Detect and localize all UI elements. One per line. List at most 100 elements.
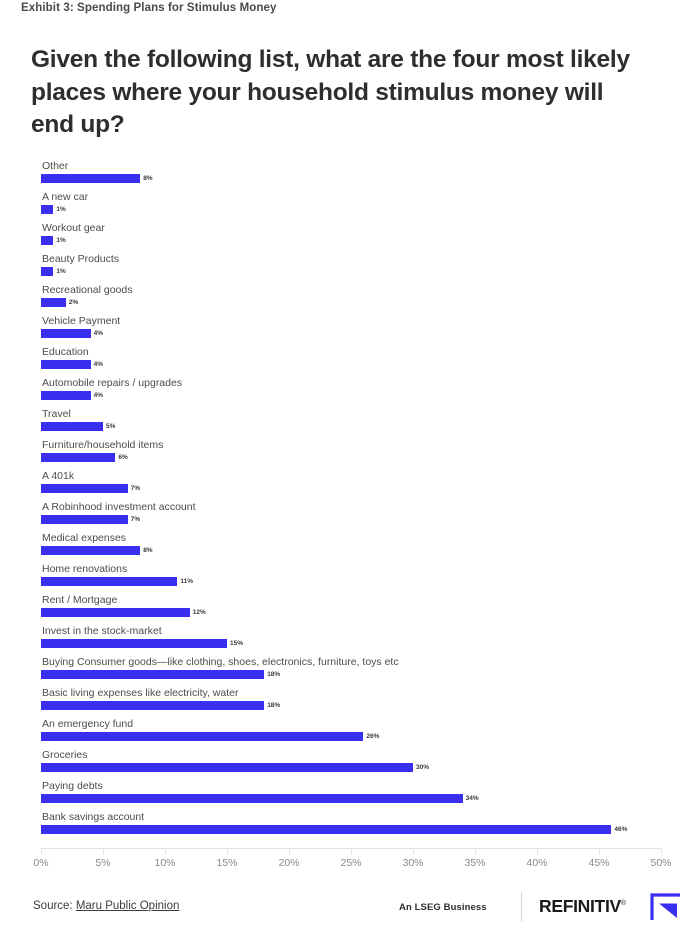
bar-track	[41, 577, 178, 586]
source-link[interactable]: Maru Public Opinion	[76, 900, 180, 912]
bar-category-label: A 401k	[42, 470, 75, 482]
x-axis-tick	[41, 848, 42, 854]
bar-category-label: Bank savings account	[42, 811, 145, 823]
lseg-business-tagline: An LSEG Business	[399, 902, 487, 913]
x-axis-tick-label: 40%	[526, 857, 548, 869]
bar-fill	[41, 484, 128, 493]
bar-fill	[41, 670, 265, 679]
bar-track	[41, 422, 103, 431]
bar-category-label: Paying debts	[42, 780, 103, 792]
x-axis-tick-label: 35%	[464, 857, 486, 869]
exhibit-caption: Exhibit 3: Spending Plans for Stimulus M…	[21, 2, 277, 14]
bar-track	[41, 453, 116, 462]
x-axis-tick	[227, 848, 228, 854]
bar-track	[41, 515, 128, 524]
x-axis-tick	[475, 848, 476, 854]
bar-track	[41, 825, 612, 834]
bar-value-label: 15%	[230, 640, 244, 647]
bar-track	[41, 794, 463, 803]
bar-category-label: Medical expenses	[42, 532, 127, 544]
footer: Source: Maru Public Opinion An LSEG Busi…	[0, 892, 699, 945]
bar-value-label: 34%	[465, 795, 479, 802]
bar-fill	[41, 236, 54, 245]
bar-chart-plot: Other 8% A new car 1% Workout gear 1% Beauty P…	[0, 160, 699, 850]
x-axis-tick	[537, 848, 538, 854]
bar-value-label: 4%	[93, 361, 103, 368]
bar-value-label: 5%	[106, 423, 116, 430]
bar-fill	[41, 608, 190, 617]
bar-category-label: Furniture/household items	[42, 439, 164, 451]
bar-value-label: 1%	[56, 206, 66, 213]
bar-value-label: 46%	[614, 826, 628, 833]
bar-value-label: 1%	[56, 268, 66, 275]
bar-value-label: 12%	[192, 609, 206, 616]
source-note: Source: Maru Public Opinion	[33, 900, 179, 912]
bar-category-label: Rent / Mortgage	[42, 594, 118, 606]
bar-value-label: 11%	[180, 578, 194, 585]
bar-fill	[41, 794, 463, 803]
bar-value-label: 7%	[130, 516, 141, 523]
x-axis-tick-label: 25%	[340, 857, 362, 869]
bar-value-label: 8%	[143, 547, 153, 554]
bar-fill	[41, 639, 227, 648]
x-axis-tick-label: 10%	[154, 857, 176, 869]
bar-fill	[41, 763, 413, 772]
bar-track	[41, 298, 66, 307]
bar-track	[41, 267, 54, 276]
x-axis-tick	[599, 848, 600, 854]
bar-category-label: A new car	[42, 191, 89, 203]
x-axis: 0% 5% 10% 15% 20% 25% 30% 35% 40% 45% 50%	[33, 848, 672, 882]
refinitiv-arrow-logo-icon	[650, 892, 684, 922]
refinitiv-brand-text: REFINITIV	[539, 896, 621, 916]
bar-category-label: Recreational goods	[42, 284, 133, 296]
bar-track	[41, 608, 190, 617]
bar-category-label: Groceries	[42, 749, 88, 761]
bar-value-label: 2%	[68, 299, 79, 306]
bar-fill	[41, 360, 91, 369]
source-prefix: Source:	[33, 900, 76, 912]
bar-fill	[41, 546, 141, 555]
bar-track	[41, 670, 265, 679]
x-axis-tick-label: 0%	[33, 857, 49, 869]
bar-value-label: 8%	[143, 175, 153, 182]
bar-value-label: 18%	[267, 671, 281, 678]
x-axis-tick	[103, 848, 104, 854]
bar-fill	[41, 825, 612, 834]
bar-category-label: Vehicle Payment	[42, 315, 121, 327]
bar-value-label: 7%	[130, 485, 141, 492]
bar-fill	[41, 732, 364, 741]
x-axis-tick-label: 30%	[402, 857, 424, 869]
bar-value-label: 18%	[267, 702, 281, 709]
bar-fill	[41, 174, 141, 183]
bar-fill	[41, 515, 128, 524]
bar-value-label: 6%	[118, 454, 128, 461]
chart-title: Given the following list, what are the f…	[31, 46, 630, 139]
bar-category-label: Workout gear	[42, 222, 105, 234]
bar-track	[41, 360, 91, 369]
bar-track	[41, 701, 265, 710]
bar-value-label: 1%	[56, 237, 66, 244]
bar-value-label: 30%	[416, 764, 430, 771]
bar-category-label: Travel	[42, 408, 71, 420]
bar-category-label: Automobile repairs / upgrades	[42, 377, 183, 389]
x-axis-tick-label: 5%	[95, 857, 111, 869]
bar-fill	[41, 422, 103, 431]
bar-track	[41, 763, 413, 772]
bar-category-label: Home renovations	[42, 563, 128, 575]
bar-fill	[41, 298, 66, 307]
x-axis-tick	[351, 848, 352, 854]
bar-track	[41, 732, 364, 741]
bar-category-label: A Robinhood investment account	[42, 501, 196, 513]
bar-fill	[41, 701, 265, 710]
bar-fill	[41, 205, 54, 214]
x-axis-tick	[289, 848, 290, 854]
bar-category-label: Buying Consumer goods—like clothing, sho…	[42, 656, 399, 668]
bar-value-label: 4%	[93, 392, 103, 399]
bar-track	[41, 639, 227, 648]
x-axis-tick	[165, 848, 166, 854]
x-axis-tick-label: 15%	[216, 857, 238, 869]
x-axis-tick-label: 50%	[650, 857, 672, 869]
bar-track	[41, 236, 54, 245]
bar-track	[41, 484, 128, 493]
bar-category-label: Invest in the stock-market	[42, 625, 162, 637]
